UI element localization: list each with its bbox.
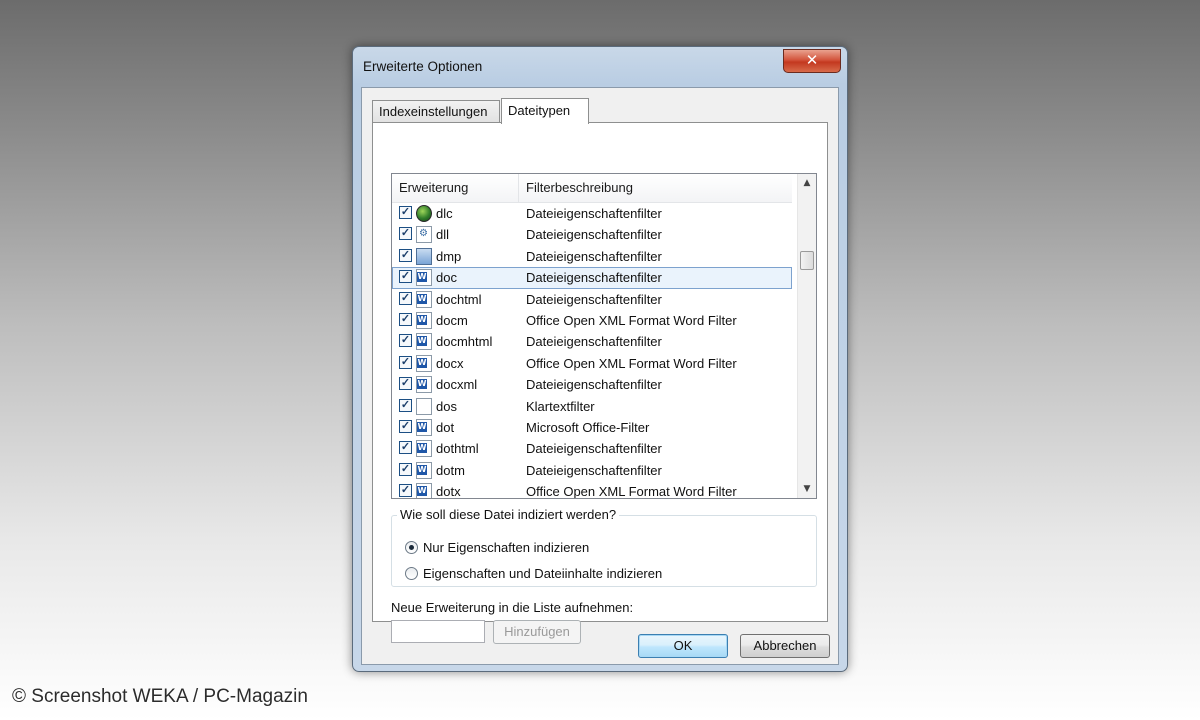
filter-cell: Office Open XML Format Word Filter	[526, 355, 737, 371]
extension-cell: docx	[436, 355, 464, 371]
row-checkbox[interactable]: ✓	[399, 227, 412, 241]
list-item[interactable]: ✓ dotx Office Open XML Format Word Filter	[392, 481, 792, 499]
filter-cell: Dateieigenschaftenfilter	[526, 377, 662, 393]
new-extension-label: Neue Erweiterung in die Liste aufnehmen:	[391, 600, 634, 615]
list-header: Erweiterung Filterbeschreibung	[392, 174, 792, 203]
word-doc-icon	[416, 483, 432, 498]
row-checkbox[interactable]: ✓	[399, 441, 412, 455]
list-item[interactable]: ✓ docx Office Open XML Format Word Filter	[392, 353, 792, 374]
list-item[interactable]: ✓ dot Microsoft Office-Filter	[392, 417, 792, 438]
filter-cell: Klartextfilter	[526, 398, 595, 414]
extension-cell: dothtml	[436, 441, 479, 457]
word-doc-icon	[416, 290, 432, 308]
filter-cell: Microsoft Office-Filter	[526, 419, 650, 435]
word-doc-icon	[416, 269, 432, 287]
row-checkbox[interactable]: ✓	[399, 398, 412, 412]
dll-file-icon	[416, 226, 432, 244]
list-item[interactable]: ✓ dll Dateieigenschaftenfilter	[392, 224, 792, 245]
new-extension-input[interactable]	[391, 620, 485, 643]
word-doc-icon	[416, 440, 432, 458]
row-checkbox[interactable]: ✓	[399, 312, 412, 326]
ok-button[interactable]: OK	[638, 634, 728, 658]
extension-cell: docxml	[436, 377, 478, 393]
dmp-file-icon	[416, 247, 432, 265]
word-doc-icon	[416, 333, 432, 351]
add-extension-button[interactable]: Hinzufügen	[493, 620, 581, 644]
row-checkbox[interactable]: ✓	[399, 334, 412, 348]
row-checkbox[interactable]: ✓	[399, 248, 412, 262]
close-icon: ✕	[805, 51, 819, 69]
extension-cell: dotx	[436, 484, 461, 499]
filter-cell: Dateieigenschaftenfilter	[526, 291, 662, 307]
list-item[interactable]: ✓ dlc Dateieigenschaftenfilter	[392, 203, 792, 224]
tab-file-types[interactable]: Dateitypen	[501, 98, 589, 124]
filter-cell: Dateieigenschaftenfilter	[526, 248, 662, 264]
extension-cell: dot	[436, 419, 455, 435]
row-checkbox[interactable]: ✓	[399, 377, 412, 391]
word-doc-icon	[416, 418, 432, 436]
filter-cell: Dateieigenschaftenfilter	[526, 227, 662, 243]
list-item[interactable]: ✓ doc Dateieigenschaftenfilter	[392, 267, 792, 289]
close-button[interactable]: ✕	[783, 49, 841, 73]
radio-label: Eigenschaften und Dateiinhalte indiziere…	[423, 566, 663, 581]
list-item[interactable]: ✓ dotm Dateieigenschaftenfilter	[392, 460, 792, 481]
dlc-file-icon	[416, 205, 432, 222]
cancel-button[interactable]: Abbrechen	[740, 634, 830, 658]
scroll-thumb[interactable]	[800, 251, 814, 270]
filter-cell: Office Open XML Format Word Filter	[526, 484, 737, 499]
extension-cell: docm	[436, 312, 468, 328]
list-item[interactable]: ✓ dos Klartextfilter	[392, 396, 792, 417]
extension-cell: doc	[436, 270, 457, 286]
dialog-body: Indexeinstellungen Dateitypen Erweiterun…	[361, 87, 839, 665]
screenshot-credit: © Screenshot WEKA / PC-Magazin	[12, 686, 308, 707]
radio-label: Nur Eigenschaften indizieren	[423, 540, 590, 555]
extension-cell: docmhtml	[436, 334, 493, 350]
extension-cell: dlc	[436, 206, 453, 221]
word-doc-icon	[416, 461, 432, 479]
row-checkbox[interactable]: ✓	[399, 270, 412, 284]
radio-button-checked[interactable]	[405, 541, 418, 554]
list-item[interactable]: ✓ docm Office Open XML Format Word Filter	[392, 310, 792, 331]
vertical-scrollbar[interactable]: ▲ ▼	[797, 174, 816, 498]
extension-cell: dos	[436, 398, 457, 414]
column-header-filter[interactable]: Filterbeschreibung	[519, 174, 792, 202]
row-checkbox[interactable]: ✓	[399, 484, 412, 498]
radio-button[interactable]	[405, 567, 418, 580]
extension-cell: dll	[436, 227, 450, 243]
extension-cell: dmp	[436, 248, 462, 264]
scroll-up-icon[interactable]: ▲	[798, 174, 816, 192]
filter-cell: Dateieigenschaftenfilter	[526, 206, 662, 221]
scroll-down-icon[interactable]: ▼	[798, 480, 816, 498]
filter-cell: Office Open XML Format Word Filter	[526, 312, 737, 328]
row-checkbox[interactable]: ✓	[399, 355, 412, 369]
list-item[interactable]: ✓ docmhtml Dateieigenschaftenfilter	[392, 331, 792, 352]
row-checkbox[interactable]: ✓	[399, 462, 412, 476]
file-types-panel: Erweiterung Filterbeschreibung ✓ dlc Datei…	[372, 122, 828, 644]
filter-cell: Dateieigenschaftenfilter	[526, 270, 662, 286]
row-checkbox[interactable]: ✓	[399, 419, 412, 433]
title-bar[interactable]: Erweiterte Optionen ✕	[353, 47, 847, 87]
list-item[interactable]: ✓ dmp Dateieigenschaftenfilter	[392, 246, 792, 267]
extension-cell: dotm	[436, 462, 465, 478]
row-checkbox[interactable]: ✓	[399, 291, 412, 305]
word-doc-icon	[416, 376, 432, 394]
list-item[interactable]: ✓ dochtml Dateieigenschaftenfilter	[392, 289, 792, 310]
advanced-options-dialog: Erweiterte Optionen ✕ Indexeinstellungen…	[352, 46, 848, 672]
index-mode-legend: Wie soll diese Datei indiziert werden?	[397, 507, 620, 522]
column-header-extension[interactable]: Erweiterung	[392, 174, 519, 202]
filter-cell: Dateieigenschaftenfilter	[526, 334, 662, 350]
list-item[interactable]: ✓ dothtml Dateieigenschaftenfilter	[392, 438, 792, 459]
filter-cell: Dateieigenschaftenfilter	[526, 462, 662, 478]
tab-index-settings[interactable]: Indexeinstellungen	[372, 100, 500, 122]
word-doc-icon	[416, 354, 432, 372]
dialog-title: Erweiterte Optionen	[363, 59, 483, 74]
word-doc-icon	[416, 311, 432, 329]
file-type-list[interactable]: Erweiterung Filterbeschreibung ✓ dlc Datei…	[391, 173, 817, 499]
row-checkbox[interactable]: ✓	[399, 206, 412, 219]
plain-file-icon	[416, 397, 432, 415]
filter-cell: Dateieigenschaftenfilter	[526, 441, 662, 457]
extension-cell: dochtml	[436, 291, 482, 307]
list-rows: ✓ dlc Dateieigenschaftenfilter ✓ dll Dateieig…	[392, 203, 792, 499]
list-item[interactable]: ✓ docxml Dateieigenschaftenfilter	[392, 374, 792, 395]
